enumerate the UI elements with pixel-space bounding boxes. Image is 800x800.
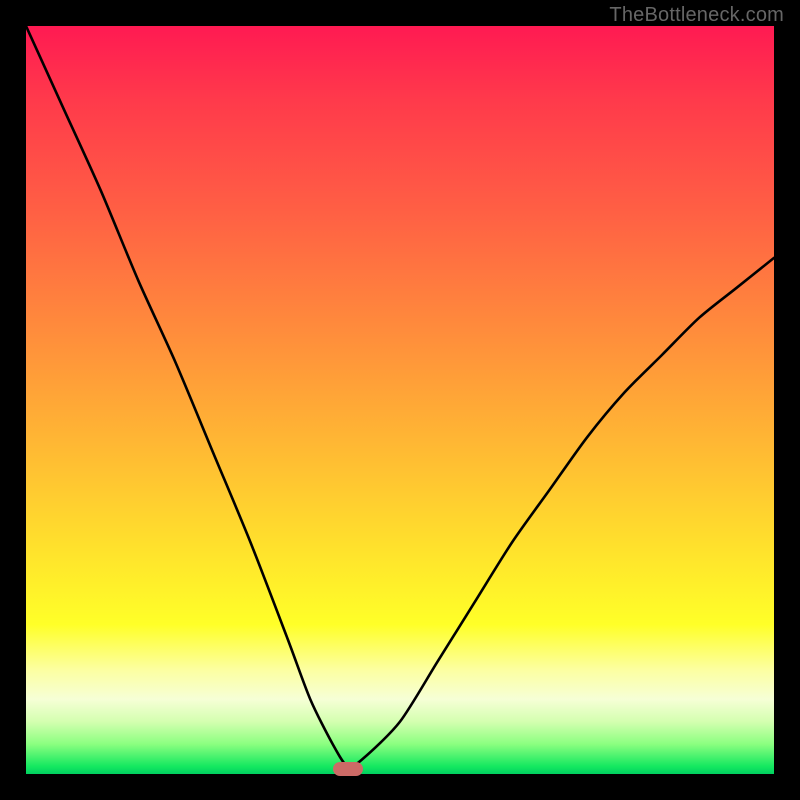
chart-frame: TheBottleneck.com xyxy=(0,0,800,800)
curve-path xyxy=(26,26,774,767)
bottleneck-curve xyxy=(26,26,774,774)
plot-area xyxy=(26,26,774,774)
optimal-marker xyxy=(333,762,363,776)
attribution-text: TheBottleneck.com xyxy=(609,4,784,27)
